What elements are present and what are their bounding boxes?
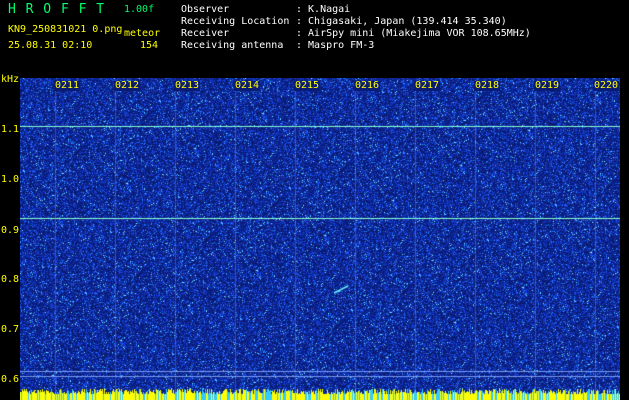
time-label-0214: 0214 — [234, 80, 261, 91]
time-label-0219: 0219 — [534, 80, 561, 91]
mode-label: meteor — [124, 28, 161, 39]
freq-label-0-9: 0.9 — [1, 225, 20, 236]
time-label-0213: 0213 — [174, 80, 201, 91]
datetime-label: 25.08.31 02:10 — [8, 40, 93, 51]
location-label: Receiving Location — [181, 16, 290, 27]
observer-label: Observer — [181, 4, 230, 15]
freq-label-0-6: 0.6 — [1, 374, 20, 385]
time-label-0215: 0215 — [294, 80, 321, 91]
time-label-0212: 0212 — [114, 80, 141, 91]
observer-value: : K.Nagai — [296, 4, 351, 15]
time-label-0211: 0211 — [54, 80, 81, 91]
time-label-0217: 0217 — [414, 80, 441, 91]
antenna-label: Receiving antenna — [181, 40, 284, 51]
count-label: 154 — [140, 40, 159, 51]
axis-unit-label: kHz — [1, 74, 20, 85]
freq-label-0-7: 0.7 — [1, 324, 20, 335]
freq-label-0-8: 0.8 — [1, 274, 20, 285]
receiver-label: Receiver — [181, 28, 230, 39]
time-label-0216: 0216 — [354, 80, 381, 91]
version-label: 1.00f — [124, 4, 155, 15]
filename-label: KN9_250831021 0.png — [8, 24, 123, 35]
app-title: H R O F F T — [8, 2, 106, 17]
freq-label-1-1: 1.1 — [1, 124, 20, 135]
location-value: : Chigasaki, Japan (139.414 35.340) — [296, 16, 507, 27]
receiver-value: : AirSpy mini (Miakejima VOR 108.65MHz) — [296, 28, 531, 39]
spectrogram-canvas — [20, 78, 620, 400]
time-label-0220: 0220 — [593, 80, 620, 91]
antenna-value: : Maspro FM-3 — [296, 40, 375, 51]
freq-label-1-0: 1.0 — [1, 174, 20, 185]
time-label-0218: 0218 — [474, 80, 501, 91]
